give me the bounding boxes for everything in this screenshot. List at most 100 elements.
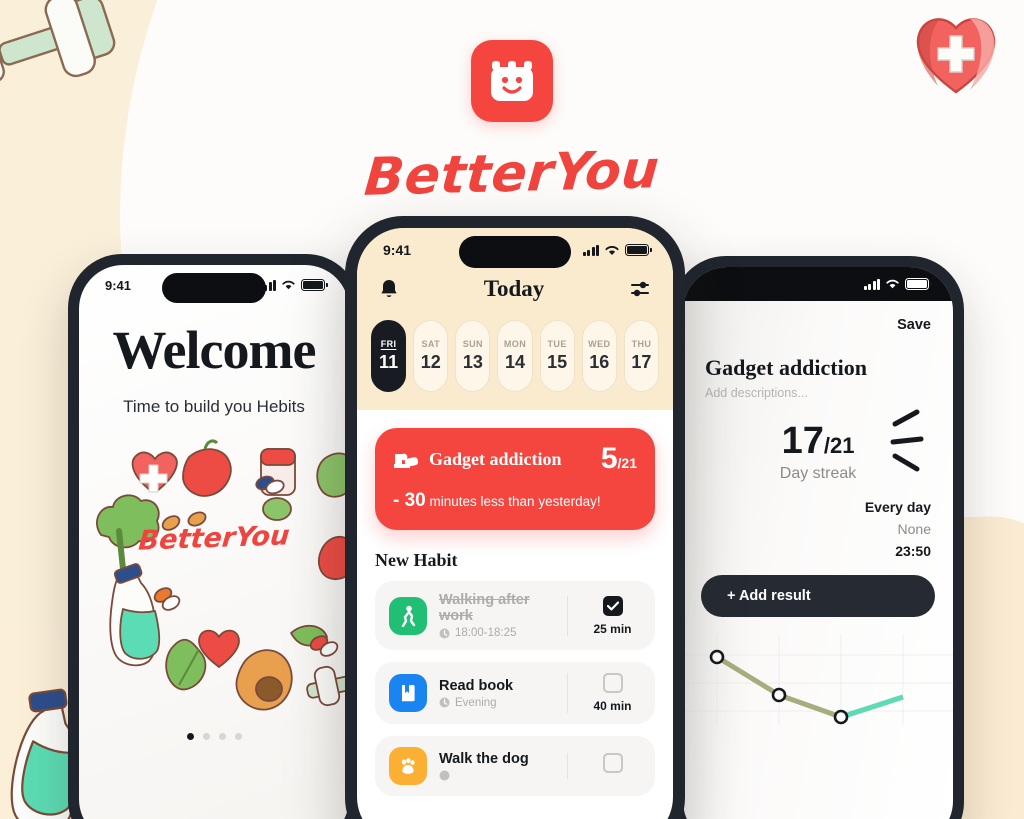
bell-icon[interactable] xyxy=(379,278,399,300)
paw-icon xyxy=(389,747,427,785)
battery-icon xyxy=(625,244,652,256)
section-title-new-habit: New Habit xyxy=(375,550,458,570)
habit-name: Walk the dog xyxy=(439,751,529,767)
battery-icon xyxy=(301,279,328,291)
streak-card-count: 5 xyxy=(600,442,618,475)
habit-name: Walking after work xyxy=(439,592,530,624)
pager-dot[interactable] xyxy=(186,733,194,740)
streak-value: 17 xyxy=(781,420,824,462)
streak-card-delta: - 30 xyxy=(393,490,426,511)
signal-bars-icon xyxy=(582,244,599,256)
left-screen: 9:41 Welcome Time to build you Hebits Be… xyxy=(79,265,349,819)
habit-time: 18:00-18:25 xyxy=(439,627,555,639)
status-icons xyxy=(259,279,328,291)
habit-time xyxy=(439,770,555,781)
center-statusbar: 9:41 xyxy=(357,228,673,272)
habit-checkbox[interactable] xyxy=(602,673,623,693)
status-icons xyxy=(863,278,932,290)
day-chip-dow: SAT xyxy=(421,339,440,349)
pager-dot[interactable] xyxy=(234,733,242,740)
gadget-addiction-card[interactable]: Gadget addiction 5/21 - 30 minutes less … xyxy=(375,428,655,530)
day-chip-mon[interactable]: MON 14 xyxy=(497,320,533,392)
status-icons xyxy=(582,244,652,257)
welcome-title: Welcome xyxy=(112,320,317,380)
phone-left-onboarding: 9:41 Welcome Time to build you Hebits Be… xyxy=(68,254,360,819)
today-body: Gadget addiction 5/21 - 30 minutes less … xyxy=(357,410,673,796)
habit-main: Walking after work 18:00-18:25 xyxy=(439,592,555,639)
status-time: 9:41 xyxy=(105,277,132,293)
day-chip-dow: THU xyxy=(631,339,652,349)
wifi-icon xyxy=(886,279,899,289)
day-streak-block: 17/21 Day streak xyxy=(683,400,953,483)
repeat-value[interactable]: Every day xyxy=(705,499,931,515)
day-chip-num: 11 xyxy=(379,352,399,372)
spark-lines-icon xyxy=(890,409,924,472)
day-chip-tue[interactable]: TUE 15 xyxy=(539,320,575,392)
streak-card-left: Gadget addiction xyxy=(393,448,562,470)
page-title: Today xyxy=(483,276,545,301)
save-button[interactable]: Save xyxy=(683,301,953,333)
day-chip-wed[interactable]: WED 16 xyxy=(581,320,617,392)
clock-icon xyxy=(439,770,450,781)
day-chip-num: 12 xyxy=(420,352,441,372)
habit-checkbox[interactable] xyxy=(602,595,623,616)
progress-chart xyxy=(683,635,953,725)
dynamic-island xyxy=(459,236,571,268)
day-chip-num: 13 xyxy=(462,352,483,372)
habit-duration: 40 min xyxy=(593,699,632,713)
habit-checkbox[interactable] xyxy=(602,753,623,773)
habit-row-walking[interactable]: Walking after work 18:00-18:25 25 min xyxy=(375,581,655,650)
onboarding-collage: BetterYou xyxy=(79,427,349,727)
streak-card-total: /21 xyxy=(617,455,637,471)
pager-dot[interactable] xyxy=(202,733,210,740)
day-chip-fri[interactable]: FRI 11 xyxy=(371,320,407,392)
welcome-subtitle: Time to build you Hebits xyxy=(123,397,305,416)
streak-card-title: Gadget addiction xyxy=(429,448,562,469)
walking-icon xyxy=(389,596,427,635)
day-chip-dow: TUE xyxy=(547,339,567,349)
phone-right-habit-detail: Save Gadget addiction Add descriptions..… xyxy=(672,256,964,819)
center-screen: 9:41 Today FRI 11 SAT 12 SUN 13 MON 14 T… xyxy=(357,228,673,819)
habit-time-label: 18:00-18:25 xyxy=(455,627,517,639)
left-statusbar: 9:41 xyxy=(79,265,349,305)
week-day-strip[interactable]: FRI 11 SAT 12 SUN 13 MON 14 TUE 15 WED 1… xyxy=(357,304,673,392)
right-screen: Save Gadget addiction Add descriptions..… xyxy=(683,267,953,819)
habit-name: Read book xyxy=(439,677,514,694)
description-input[interactable]: Add descriptions... xyxy=(683,381,953,400)
habit-settings: Every day None 23:50 xyxy=(683,483,953,559)
brand-name: BetterYou xyxy=(362,140,662,208)
day-chip-thu[interactable]: THU 17 xyxy=(623,320,659,392)
habit-detail-title: Gadget addiction xyxy=(705,355,867,380)
collage-brand-name: BetterYou xyxy=(137,520,291,557)
habit-row-read-book[interactable]: Read book Evening 40 min xyxy=(375,662,655,724)
habit-duration: 25 min xyxy=(593,621,632,636)
habit-time: Evening xyxy=(439,697,555,709)
habit-main: Read book Evening xyxy=(439,678,555,709)
habit-right xyxy=(567,753,641,779)
habit-time-label: Evening xyxy=(455,696,497,709)
time-value[interactable]: 23:50 xyxy=(705,543,931,559)
clock-icon xyxy=(439,628,450,638)
habit-row-walk-the-dog[interactable]: Walk the dog xyxy=(375,736,655,796)
reminder-value[interactable]: None xyxy=(705,521,931,537)
day-chip-num: 15 xyxy=(547,352,568,372)
battery-icon xyxy=(905,278,932,290)
day-chip-num: 16 xyxy=(589,352,610,372)
day-chip-dow: WED xyxy=(588,339,611,349)
streak-card-delta-text: minutes less than yesterday! xyxy=(429,494,601,509)
clock-icon xyxy=(439,697,450,708)
streak-card-count-wrap: 5/21 xyxy=(601,444,637,474)
habit-right: 25 min xyxy=(567,595,641,636)
onboarding-pager[interactable] xyxy=(79,733,349,740)
sliders-icon[interactable] xyxy=(629,279,651,299)
streak-card-subtitle: - 30 minutes less than yesterday! xyxy=(393,490,637,512)
pager-dot[interactable] xyxy=(218,733,226,740)
status-time: 9:41 xyxy=(383,242,412,258)
day-chip-dow: FRI xyxy=(380,339,397,349)
add-result-button[interactable]: + Add result xyxy=(701,575,935,617)
day-chip-sat[interactable]: SAT 12 xyxy=(413,320,449,392)
right-statusbar xyxy=(683,267,953,301)
today-navbar: Today xyxy=(357,272,673,304)
phone-center-today: 9:41 Today FRI 11 SAT 12 SUN 13 MON 14 T… xyxy=(345,216,685,819)
day-chip-sun[interactable]: SUN 13 xyxy=(455,320,491,392)
